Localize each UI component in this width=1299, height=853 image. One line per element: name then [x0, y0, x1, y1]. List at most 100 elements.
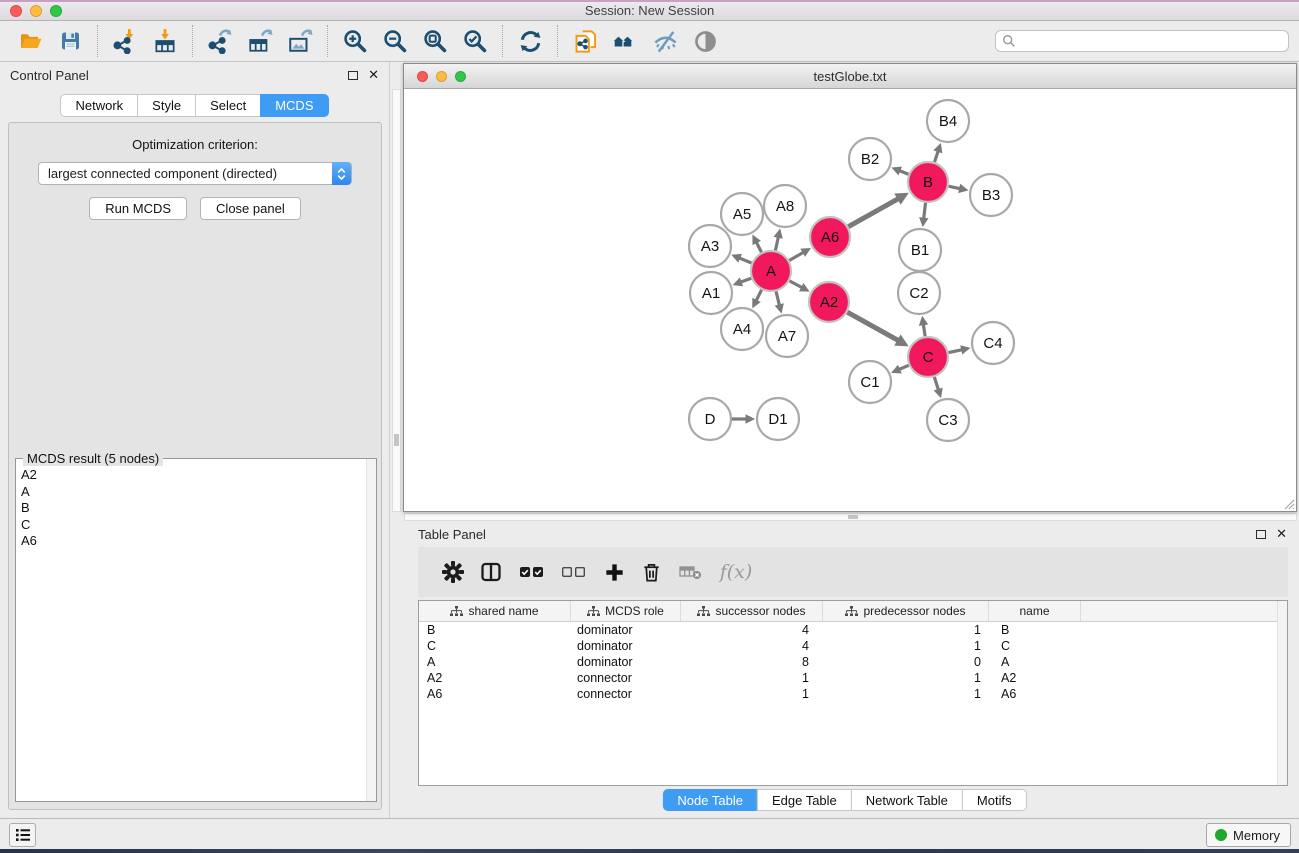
graph-node-D1[interactable]: D1 — [757, 398, 799, 440]
table-row[interactable]: Bdominator41B — [419, 622, 1287, 638]
graph-node-B2[interactable]: B2 — [849, 138, 891, 180]
graph-node-A[interactable]: A — [751, 251, 791, 291]
column-header-name[interactable]: name — [989, 601, 1081, 621]
tab-style[interactable]: Style — [137, 94, 196, 117]
close-panel-icon[interactable]: ✕ — [368, 70, 379, 80]
graph-edge-A6-B[interactable] — [848, 193, 909, 227]
table-settings-icon[interactable] — [436, 560, 470, 584]
graph-node-B[interactable]: B — [908, 162, 948, 202]
add-column-icon[interactable] — [596, 561, 632, 584]
graph-edge-A-A7[interactable] — [775, 291, 784, 313]
graph-edge-A-A2[interactable] — [790, 281, 810, 292]
zoom-in-icon[interactable] — [335, 24, 375, 58]
graph-edge-A-A6[interactable] — [789, 248, 811, 261]
result-item[interactable]: A — [21, 484, 376, 501]
resize-grip-icon[interactable] — [1283, 498, 1295, 510]
float-panel-icon[interactable] — [1256, 530, 1266, 539]
graph-node-C3[interactable]: C3 — [927, 399, 969, 441]
tab-network-table[interactable]: Network Table — [851, 789, 963, 811]
tab-motifs[interactable]: Motifs — [962, 789, 1027, 811]
refresh-icon[interactable] — [510, 24, 550, 58]
graph-node-A8[interactable]: A8 — [764, 185, 806, 227]
graph-node-A6[interactable]: A6 — [810, 217, 850, 257]
export-image-icon[interactable] — [280, 24, 320, 58]
column-header-predecessor-nodes[interactable]: predecessor nodes — [823, 601, 989, 621]
tab-network[interactable]: Network — [60, 94, 138, 117]
graph-edge-D-D1[interactable] — [732, 414, 755, 424]
function-builder-icon[interactable]: f(x) — [710, 561, 762, 583]
graph-edge-A2-C[interactable] — [847, 312, 908, 346]
graph-edge-B-B1[interactable] — [919, 203, 928, 227]
table-row[interactable]: Cdominator41C — [419, 638, 1287, 654]
graph-edge-C-C1[interactable] — [891, 365, 909, 374]
table-row[interactable]: Adominator80A — [419, 654, 1287, 670]
result-item[interactable]: C — [21, 517, 376, 534]
zoom-selected-icon[interactable] — [455, 24, 495, 58]
graph-node-A3[interactable]: A3 — [689, 225, 731, 267]
column-header-MCDS-role[interactable]: MCDS role — [571, 601, 681, 621]
first-neighbors-icon[interactable] — [605, 24, 645, 58]
task-history-button[interactable] — [9, 823, 36, 847]
graph-edge-B-B4[interactable] — [933, 143, 942, 162]
show-columns-icon[interactable] — [470, 560, 512, 584]
graph-node-C1[interactable]: C1 — [849, 361, 891, 403]
save-session-icon[interactable] — [50, 24, 90, 58]
result-scrollbar[interactable] — [366, 459, 376, 801]
graph-node-A1[interactable]: A1 — [690, 272, 732, 314]
zoom-out-icon[interactable] — [375, 24, 415, 58]
export-table-icon[interactable] — [240, 24, 280, 58]
import-table-icon[interactable] — [145, 24, 185, 58]
column-header-shared-name[interactable]: shared name — [419, 601, 571, 621]
table-row[interactable]: A6connector11A6 — [419, 686, 1287, 702]
result-item[interactable]: A6 — [21, 533, 376, 550]
graph-edge-B-B3[interactable] — [949, 184, 969, 193]
open-session-icon[interactable] — [10, 24, 50, 58]
tab-mcds[interactable]: MCDS — [260, 94, 328, 117]
zoom-fit-icon[interactable] — [415, 24, 455, 58]
duplicate-network-icon[interactable] — [565, 24, 605, 58]
hide-details-icon[interactable] — [645, 24, 685, 58]
tab-select[interactable]: Select — [195, 94, 261, 117]
scrollbar-thumb[interactable] — [848, 515, 858, 519]
graph-node-B4[interactable]: B4 — [927, 100, 969, 142]
graph-edge-A-A1[interactable] — [733, 277, 752, 286]
graph-edge-A-A4[interactable] — [752, 290, 761, 309]
network-graph[interactable]: B4B2BB3A5A8A6A3B1AC2A1A2A4A7C4CC1C3DD1 — [404, 89, 1296, 511]
float-panel-icon[interactable] — [348, 71, 358, 80]
criterion-dropdown[interactable]: largest connected component (directed) — [38, 162, 352, 185]
import-network-icon[interactable] — [105, 24, 145, 58]
graph-node-C[interactable]: C — [908, 337, 948, 377]
table-row[interactable]: A2connector11A2 — [419, 670, 1287, 686]
search-input[interactable] — [995, 30, 1289, 52]
graph-node-C2[interactable]: C2 — [898, 272, 940, 314]
delete-column-icon[interactable] — [632, 561, 670, 584]
graph-edge-C-C3[interactable] — [934, 377, 943, 398]
graph-node-C4[interactable]: C4 — [972, 322, 1014, 364]
result-item[interactable]: B — [21, 500, 376, 517]
desktop-horizontal-scrollbar[interactable] — [404, 513, 1297, 521]
graph-node-A5[interactable]: A5 — [721, 193, 763, 235]
tab-node-table[interactable]: Node Table — [662, 789, 758, 811]
close-panel-icon[interactable]: ✕ — [1276, 529, 1287, 539]
desktop-vertical-scrollbar[interactable] — [392, 89, 401, 512]
deselect-all-icon[interactable] — [552, 565, 596, 579]
graph-node-B1[interactable]: B1 — [899, 229, 941, 271]
close-panel-button[interactable]: Close panel — [200, 197, 301, 220]
result-item[interactable]: A2 — [21, 467, 376, 484]
graph-node-A4[interactable]: A4 — [721, 308, 763, 350]
network-canvas[interactable]: B4B2BB3A5A8A6A3B1AC2A1A2A4A7C4CC1C3DD1 — [404, 89, 1296, 511]
scrollbar-thumb[interactable] — [394, 434, 399, 446]
memory-button[interactable]: Memory — [1206, 823, 1291, 847]
graph-node-A2[interactable]: A2 — [809, 282, 849, 322]
graph-node-A7[interactable]: A7 — [766, 315, 808, 357]
graph-edge-A-A5[interactable] — [752, 234, 761, 252]
graph-edge-A-A3[interactable] — [731, 254, 751, 263]
graph-node-D[interactable]: D — [689, 398, 731, 440]
network-window-titlebar[interactable]: testGlobe.txt — [404, 64, 1296, 89]
export-network-icon[interactable] — [200, 24, 240, 58]
run-mcds-button[interactable]: Run MCDS — [89, 197, 187, 220]
column-header-successor-nodes[interactable]: successor nodes — [681, 601, 823, 621]
select-all-icon[interactable] — [512, 565, 552, 579]
tab-edge-table[interactable]: Edge Table — [757, 789, 852, 811]
graph-edge-C-C4[interactable] — [949, 345, 971, 354]
